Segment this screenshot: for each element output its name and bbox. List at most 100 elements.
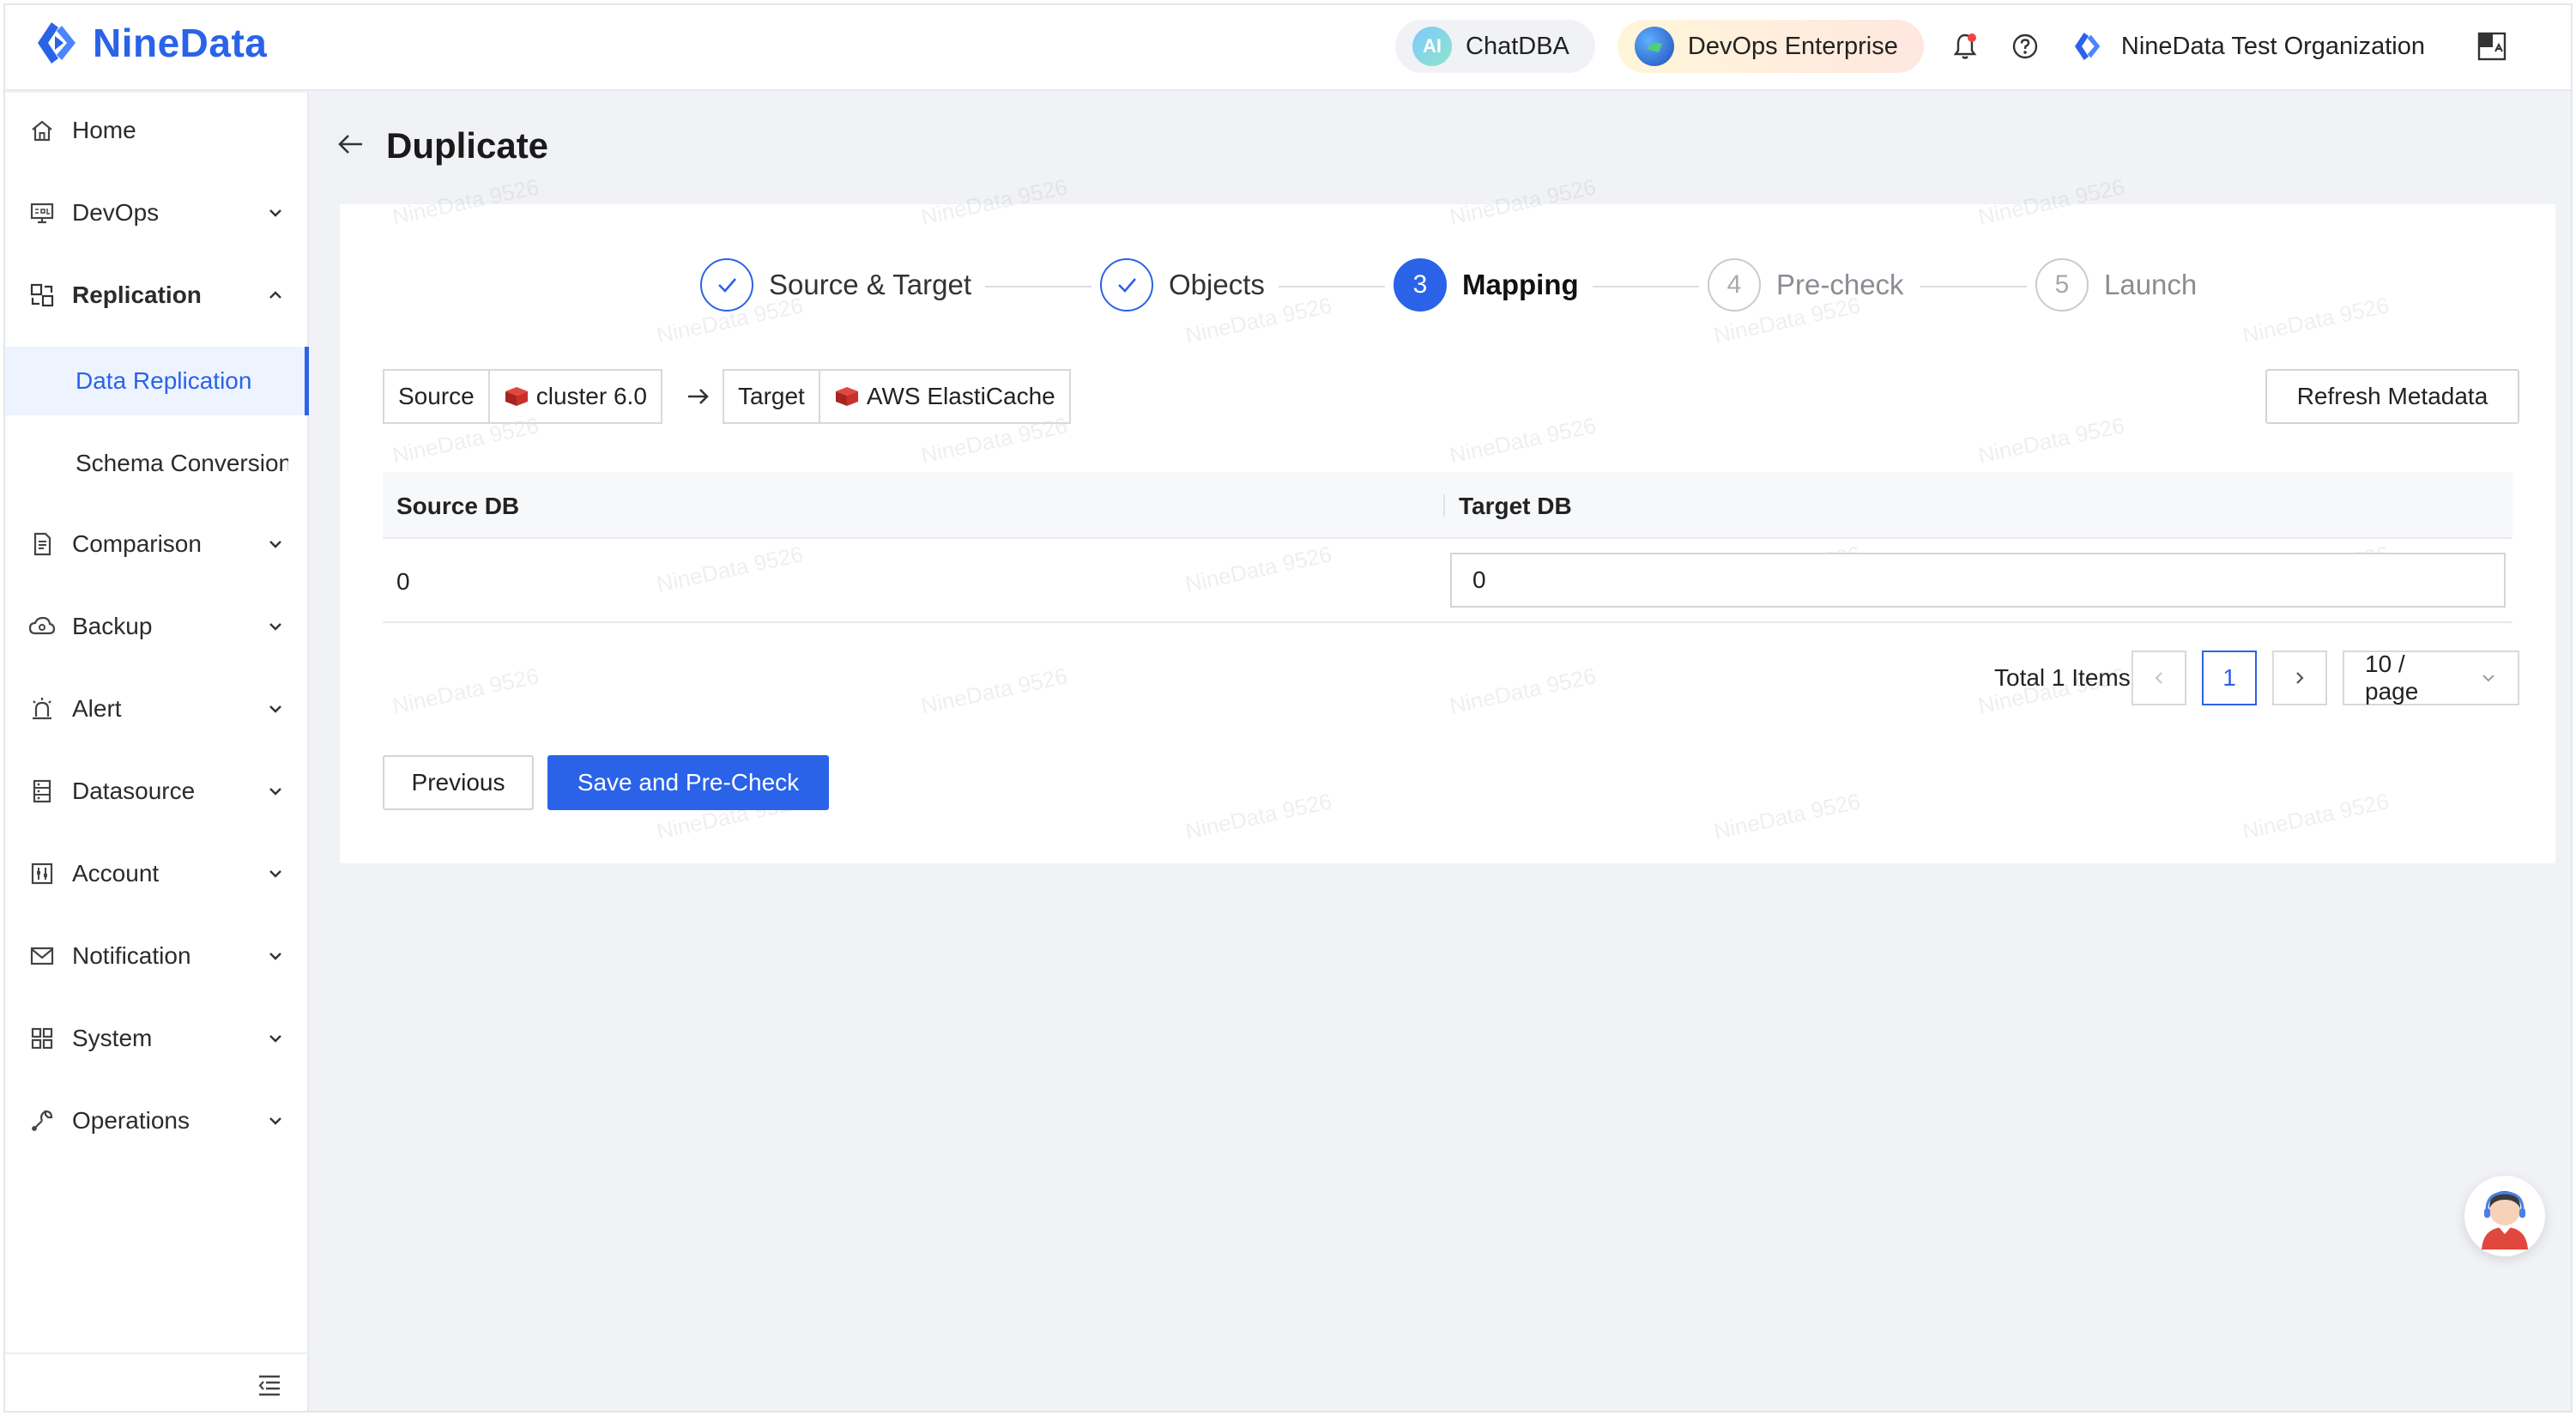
redis-icon [505,387,528,406]
top-header: NineData AI ChatDBA DevOps Enterprise Ni… [5,5,2571,91]
chevron-down-icon [264,533,287,555]
wrench-icon [27,1106,57,1135]
chevron-down-icon [264,1110,287,1132]
target-tag: Target AWS ElastiCache [723,369,1071,424]
sidebar-item-devops[interactable]: DevOps [5,182,309,244]
logo[interactable]: NineData [33,17,267,69]
sidebar-footer [5,1352,309,1411]
table-header: Source DB Target DB [383,472,2513,539]
step-label: Pre-check [1776,269,1904,300]
target-tag-value: AWS ElastiCache [866,383,1055,409]
watermark: NineData 9526 [390,173,541,230]
target-tag-value-cell: AWS ElastiCache [818,371,1069,422]
step-connector [1279,286,1385,287]
save-and-precheck-button[interactable]: Save and Pre-Check [547,755,829,810]
source-tag-key: Source [398,383,475,409]
sidebar-item-label: Operations [72,1107,190,1134]
organization-switcher[interactable]: NineData Test Organization [2071,29,2425,64]
column-header-target-db: Target DB [1459,493,1572,519]
column-divider [1443,494,1445,517]
customer-service-icon [2482,1191,2528,1250]
sidebar-item-label: Alert [72,695,122,722]
database-icon [27,777,57,806]
page-size-select[interactable]: 10 / page [2343,651,2519,705]
watermark: NineData 9526 [918,663,1070,719]
source-tag: Source cluster 6.0 [383,369,662,424]
sidebar-item-replication[interactable]: Replication [5,264,309,326]
step-label: Source & Target [769,269,972,300]
sidebar-item-datasource[interactable]: Datasource [5,760,309,822]
chevron-left-icon [2155,672,2162,684]
sidebar-item-label: Datasource [72,778,196,804]
page-title: Duplicate [386,125,549,166]
sidebar-item-backup[interactable]: Backup [5,596,309,657]
arrow-right-icon [685,383,712,410]
sidebar-item-account[interactable]: Account [5,843,309,905]
sidebar-item-label: Home [72,117,136,143]
document-icon [27,529,57,559]
previous-button[interactable]: Previous [383,755,534,810]
help-icon[interactable] [2006,27,2044,65]
chevron-down-icon [264,945,287,967]
mapping-table: Source DB Target DB 0 [383,472,2513,623]
step-source-target[interactable]: Source & Target [700,257,971,312]
watermark: NineData 9526 [1447,412,1599,469]
alarm-icon [27,694,57,723]
step-mapping[interactable]: 3 Mapping [1394,257,1579,312]
watermark: NineData 9526 [2240,788,2392,844]
step-number: 4 [1708,258,1761,312]
sidebar-subitem-schema-conversion[interactable]: Schema Conversion [5,429,309,498]
grid-icon [27,1024,57,1053]
chevron-down-icon [264,202,287,224]
account-icon [27,859,57,888]
step-connector [1920,286,2027,287]
pagination-next-button[interactable] [2272,651,2327,705]
sidebar-item-operations[interactable]: Operations [5,1090,309,1152]
chevron-down-icon [264,862,287,885]
pagination-total: Total 1 Items [1994,664,2131,691]
support-avatar[interactable] [2464,1176,2545,1256]
sidebar-item-label: Notification [72,942,191,969]
step-connector [985,286,1091,287]
sidebar-item-system[interactable]: System [5,1008,309,1069]
table-row: 0 [383,539,2513,623]
refresh-metadata-button[interactable]: Refresh Metadata [2265,369,2519,424]
step-connector [1593,286,1699,287]
chatdba-button[interactable]: AI ChatDBA [1395,20,1595,73]
enterprise-button[interactable]: DevOps Enterprise [1617,20,1924,73]
language-switch-icon[interactable] [2473,27,2511,65]
sidebar-subitem-data-replication[interactable]: Data Replication [5,347,309,415]
collapse-menu-icon[interactable] [256,1371,283,1399]
pagination-page-1[interactable]: 1 [2202,651,2257,705]
notification-bell-icon[interactable] [1946,27,1984,65]
watermark: NineData 9526 [1975,412,2127,469]
home-icon [27,116,57,145]
step-pre-check[interactable]: 4 Pre-check [1708,257,1904,312]
sidebar-item-comparison[interactable]: Comparison [5,513,309,575]
sidebar-subitem-label: Schema Conversion [76,450,288,476]
step-objects[interactable]: Objects [1100,257,1265,312]
app-window: NineData AI ChatDBA DevOps Enterprise Ni… [3,3,2573,1413]
step-number: 3 [1394,258,1447,312]
sidebar-item-label: System [72,1025,153,1051]
step-label: Mapping [1462,269,1579,300]
watermark: NineData 9526 [1447,663,1599,719]
chevron-down-icon [264,1027,287,1050]
column-header-source-db: Source DB [396,493,520,519]
chevron-right-icon [2296,672,2304,684]
step-launch[interactable]: 5 Launch [2035,257,2197,312]
sidebar: Home DevOps Replication Data Replication… [5,93,309,1411]
step-label: Launch [2104,269,2198,300]
step-number: 5 [2035,258,2089,312]
chevron-down-icon [264,615,287,638]
source-tag-value: cluster 6.0 [535,383,647,409]
sidebar-item-notification[interactable]: Notification [5,925,309,987]
back-arrow-icon[interactable] [336,130,366,163]
source-db-cell: 0 [396,568,410,595]
sidebar-item-home[interactable]: Home [5,100,309,161]
sidebar-item-alert[interactable]: Alert [5,678,309,740]
source-tag-value-cell: cluster 6.0 [487,371,661,422]
pagination-prev-button[interactable] [2132,651,2186,705]
mapping-card: NineData 9526 NineData 9526 NineData 952… [340,173,2555,863]
target-db-input[interactable] [1450,553,2506,608]
